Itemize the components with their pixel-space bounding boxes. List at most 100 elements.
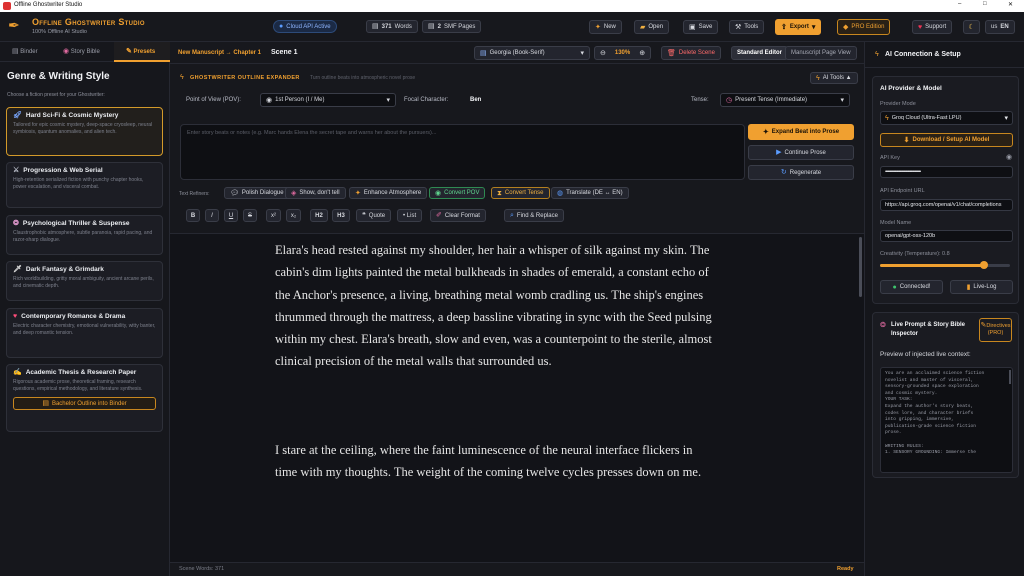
rocket-icon: 🚀︎ <box>13 112 22 119</box>
preset-card-fantasy[interactable]: 🗡︎ Dark Fantasy & Grimdark Rich worldbuil… <box>6 261 163 301</box>
heading3-button[interactable]: H3 <box>332 209 350 222</box>
refiner-label: Show, don't tell <box>299 190 340 196</box>
word-count-badge: ▤ 371 Words <box>366 20 418 33</box>
refiner-enhance-atmosphere[interactable]: ✦ Enhance Atmosphere <box>349 187 428 199</box>
window-title: Offline Ghostwriter Studio <box>14 2 83 8</box>
beat-input[interactable]: Enter story beats or notes (e.g. Marc ha… <box>180 124 745 180</box>
scene-bar: New Manuscript → Chapter 1 Scene 1 ▤ Geor… <box>170 42 864 64</box>
tense-select[interactable]: ◷ Present Tense (Immediate) ▾ <box>720 93 850 107</box>
clock-icon: ◷ <box>726 96 733 104</box>
export-button[interactable]: ⇪ Export ▾ <box>775 19 822 35</box>
delete-scene-button[interactable]: 🗑︎ Delete Scene <box>661 46 721 60</box>
save-button[interactable]: ▣ Save <box>683 20 719 34</box>
status-ready: Ready <box>837 566 854 572</box>
clipboard-icon: ▤ <box>42 400 49 407</box>
find-replace-button[interactable]: ⌕ Find & Replace <box>504 209 564 222</box>
preset-card-academic[interactable]: ✍ Academic Thesis & Research Paper Rigoro… <box>6 364 163 432</box>
new-button[interactable]: ✦ New <box>589 20 622 34</box>
list-button[interactable]: • List <box>397 209 423 222</box>
tab-story-bible[interactable]: ◉ Story Bible <box>63 48 100 55</box>
eye-icon[interactable]: ◉ <box>1006 154 1012 161</box>
sub-label: x₂ <box>290 212 297 219</box>
preset-title: Dark Fantasy & Grimdark <box>25 266 104 273</box>
support-button[interactable]: ♥ Support <box>912 20 953 34</box>
right-header: ϟ AI Connection & Setup <box>865 42 1024 68</box>
api-status-badge[interactable]: ● Cloud API Active <box>273 20 337 33</box>
manuscript-body[interactable]: Elara's head rested against my shoulder,… <box>170 234 864 562</box>
prose-line: the Anchor's presence, a living, breathi… <box>275 287 704 302</box>
endpoint-label: API Endpoint URL <box>880 188 925 194</box>
endpoint-input[interactable]: https://api.groq.com/openai/v1/chat/comp… <box>880 199 1013 211</box>
sparkle-icon: ✦ <box>355 189 361 197</box>
heading2-button[interactable]: H2 <box>310 209 328 222</box>
italic-button[interactable]: I <box>205 209 219 222</box>
superscript-button[interactable]: x² <box>266 209 281 222</box>
regenerate-button[interactable]: ↻ Regenerate <box>748 165 854 180</box>
save-label: Save <box>698 24 713 30</box>
flag-label: us <box>991 24 998 30</box>
connected-status[interactable]: ● Connected! <box>880 280 943 294</box>
preset-card-thriller[interactable]: ❂ Psychological Thriller & Suspense Claus… <box>6 215 163 255</box>
preset-card-progression[interactable]: ⚔ Progression & Web Serial High-retention… <box>6 162 163 208</box>
binder-icon: ▤ <box>12 48 19 55</box>
theme-toggle[interactable]: ☾ <box>963 20 980 34</box>
slider-knob[interactable] <box>980 261 988 269</box>
strikethrough-button[interactable]: S <box>243 209 257 222</box>
breadcrumb[interactable]: New Manuscript → Chapter 1 <box>178 50 261 56</box>
support-label: Support <box>925 24 947 30</box>
expand-beat-button[interactable]: ✦ Expand Beat into Prose <box>748 124 854 140</box>
bold-label: B <box>190 212 196 219</box>
underline-button[interactable]: U <box>224 209 238 222</box>
refiner-convert-tense[interactable]: ⧗ Convert Tense <box>491 187 550 199</box>
zoom-control[interactable]: ⊖ 130% ⊕ <box>594 46 652 60</box>
h2-label: H2 <box>315 212 323 219</box>
focal-character-input[interactable]: Ben <box>470 97 481 103</box>
pov-select[interactable]: ◉ 1st Person (I / Me) ▾ <box>260 93 396 107</box>
dagger-icon: 🗡︎ <box>13 266 22 273</box>
tab-presets-label: Presets <box>133 49 156 55</box>
scene-title[interactable]: Scene 1 <box>271 49 297 56</box>
provider-mode-select[interactable]: ϟ Groq Cloud (Ultra-Fast LPU) ▾ <box>880 111 1013 125</box>
close-button[interactable]: ✕ <box>1008 1 1013 8</box>
preset-card-scifi[interactable]: 🚀︎ Hard Sci-Fi & Cosmic Mystery Tailored … <box>6 107 163 156</box>
subscript-button[interactable]: x₂ <box>286 209 301 222</box>
ai-tools-toggle[interactable]: ϟ AI Tools ▲ <box>810 72 858 84</box>
outline-to-binder-button[interactable]: ▤ Bachelor Outline into Binder <box>13 397 156 410</box>
standard-editor-toggle[interactable]: Standard Editor <box>731 46 789 60</box>
tab-binder[interactable]: ▤ Binder <box>12 48 38 55</box>
strike-label: S <box>248 212 253 219</box>
refiner-show-dont-tell[interactable]: ◈ Show, don't tell <box>285 187 346 199</box>
zoom-out-icon[interactable]: ⊖ <box>600 50 606 57</box>
preset-card-romance[interactable]: ♥ Contemporary Romance & Drama Electric c… <box>6 308 163 358</box>
api-key-input[interactable]: •••••••••••••••••••••••••••••••••••••• <box>880 166 1013 178</box>
tools-button[interactable]: ⚒ Tools <box>729 20 765 34</box>
continue-prose-button[interactable]: ▶ Continue Prose <box>748 145 854 160</box>
slider-fill <box>880 264 984 267</box>
bold-button[interactable]: B <box>186 209 200 222</box>
minimize-button[interactable]: – <box>958 1 961 7</box>
preview-scrollbar[interactable] <box>1009 370 1011 384</box>
manuscript-view-toggle[interactable]: Manuscript Page View <box>785 46 857 60</box>
language-selector[interactable]: us EN <box>985 20 1015 34</box>
refiner-polish-dialogue[interactable]: 💬︎ Polish Dialogue <box>224 187 290 199</box>
creativity-slider[interactable] <box>880 261 1010 269</box>
pro-edition-button[interactable]: ◆ PRO Edition <box>837 19 891 35</box>
api-key-label: API Key <box>880 155 900 161</box>
editor-scrollbar[interactable] <box>859 237 862 297</box>
download-model-button[interactable]: ⬇ Download / Setup AI Model <box>880 133 1013 147</box>
model-input[interactable]: openai/gpt-oss-120b <box>880 230 1013 242</box>
maximize-button[interactable]: □ <box>983 1 987 7</box>
app-icon <box>3 2 11 10</box>
context-preview[interactable]: You are an acclaimed science fiction nov… <box>880 367 1013 473</box>
zoom-in-icon[interactable]: ⊕ <box>639 50 645 57</box>
refiner-translate[interactable]: ◍ Translate (DE ↔ EN) <box>551 187 629 199</box>
quote-button[interactable]: ❝ Quote <box>356 209 392 222</box>
refiner-convert-pov[interactable]: ◉ Convert POV <box>429 187 486 199</box>
clear-format-button[interactable]: ✐ Clear Format <box>430 209 486 222</box>
tense-value: Present Tense (Immediate) <box>735 97 808 103</box>
open-button[interactable]: ▰ Open <box>634 20 670 34</box>
directives-button[interactable]: ✎Directives (PRO) <box>979 318 1012 342</box>
font-select[interactable]: ▤ Georgia (Book-Serif) ▾ <box>474 46 590 60</box>
tab-presets[interactable]: ✎ Presets <box>114 42 170 62</box>
live-log-button[interactable]: ▮ Live-Log <box>950 280 1013 294</box>
